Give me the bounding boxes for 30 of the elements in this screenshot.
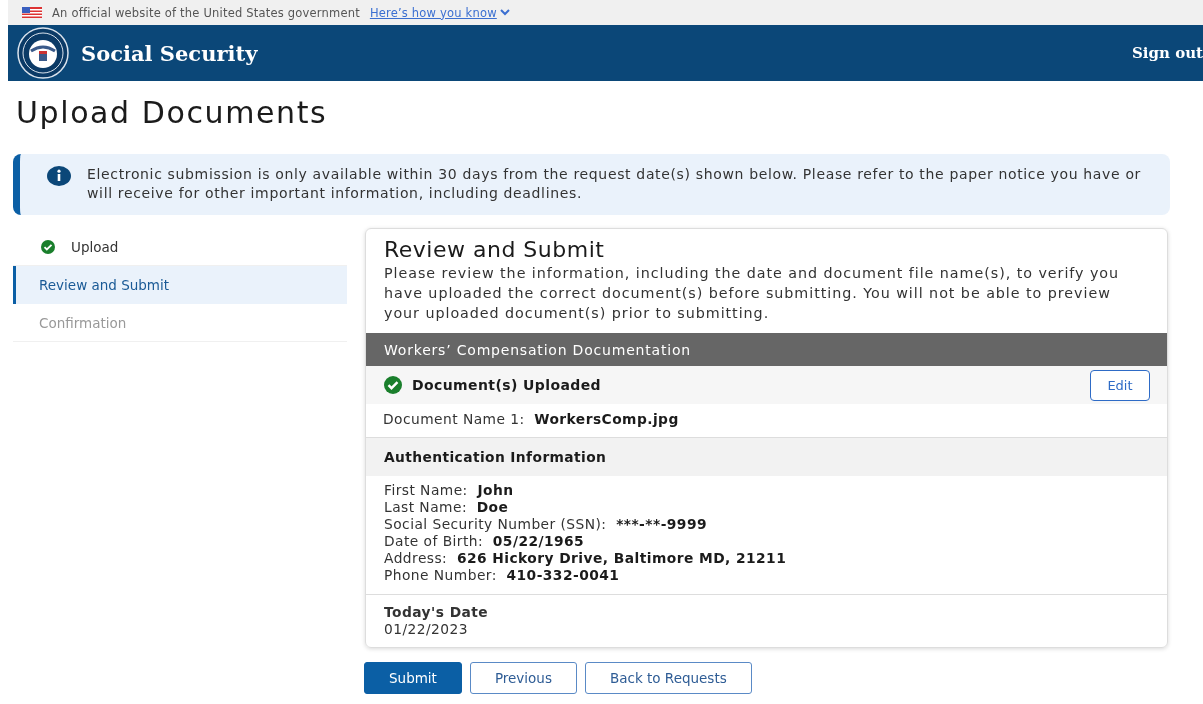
card-title: Review and Submit — [384, 239, 606, 261]
banner-text: An official website of the United States government — [52, 5, 360, 20]
upload-status: Document(s) Uploaded — [412, 377, 602, 393]
date-value: 01/22/2023 — [384, 621, 470, 638]
auth-field: Date of Birth: 05/22/1965 — [384, 533, 1149, 550]
flag-icon — [22, 7, 42, 18]
page-title: Upload Documents — [16, 95, 329, 132]
sign-out-link[interactable]: Sign out — [1132, 44, 1203, 62]
auth-field: Social Security Number (SSN): ***-**-9999 — [384, 516, 1149, 533]
check-icon — [39, 239, 57, 254]
seal-logo[interactable] — [17, 27, 69, 79]
auth-field: Phone Number: 410-332-0041 — [384, 567, 1149, 584]
info-icon — [47, 166, 71, 186]
section-header: Workers’ Compensation Documentation — [366, 333, 1167, 366]
intro-text: Please review the information, including the date and document file name(s), to verify you have uploaded the correct document(s) before submitting. You will not be able to preview your uploaded document(s) prior to submitting. — [384, 264, 1121, 323]
auth-field: Address: 626 Hickory Drive, Baltimore MD, 21211 — [384, 550, 1149, 567]
submit-button[interactable]: Submit — [364, 662, 462, 694]
document-name: Document Name 1: WorkersComp.jpg — [383, 411, 680, 428]
alert-text: Electronic submission is only available within 30 days from the request date(s) shown below. Please refer to the paper notice you have or will receive for other important information, including deadlines. — [87, 165, 1143, 203]
auth-heading: Authentication Information — [366, 438, 1167, 476]
date-label: Today's Date — [384, 604, 490, 621]
how-you-know-link[interactable]: Here’s how you know — [369, 5, 510, 20]
nav-button[interactable]: Previous — [469, 662, 577, 694]
edit-button[interactable]: Edit — [1090, 369, 1150, 401]
nav-button[interactable]: Back to Requests — [584, 662, 752, 694]
step-item[interactable]: Review and Submit — [13, 266, 347, 304]
site-title[interactable]: Social Security — [81, 40, 1132, 66]
auth-field: Last Name: Doe — [384, 499, 1149, 516]
auth-field: First Name: John — [384, 482, 1149, 499]
chevron-down-icon — [499, 9, 510, 16]
